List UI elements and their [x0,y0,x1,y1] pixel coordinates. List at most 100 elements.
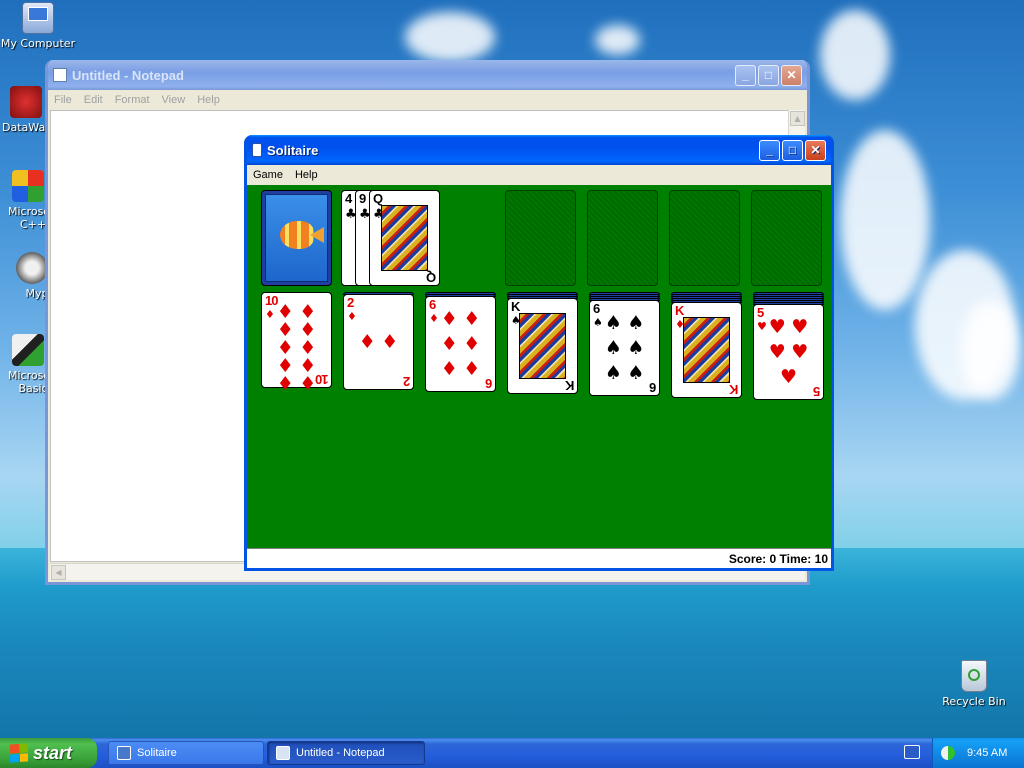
suit-pip-icon: ♦ [381,331,399,353]
maximize-icon: □ [764,68,773,82]
foundation-slot-2[interactable] [587,190,658,286]
menu-help[interactable]: Help [289,169,324,181]
suit-pip-icon: ♥ [791,316,809,339]
tableau-card-4[interactable]: K ♠ K [507,298,578,394]
close-button[interactable]: ✕ [781,64,802,86]
taskbar-button-solitaire[interactable]: Solitaire [108,741,264,765]
maximize-button[interactable]: □ [758,64,779,86]
suit-pip-icon: ♦ [463,357,481,380]
suit-pip-icon: ♦ [276,373,294,395]
menu-help[interactable]: Help [191,94,226,106]
myp-icon [16,252,48,284]
tableau-card-5[interactable]: 6 ♠ ♠ ♠ ♠ ♠ ♠ ♠ 6 [589,300,660,396]
maximize-icon: □ [788,143,797,157]
suit-pip-icon: ♦ [358,331,376,353]
microsoft-cpp-icon [12,170,44,202]
notepad-app-icon [276,746,290,760]
card-pips: ♦ ♦ ♦ ♦ ♦ ♦ ♦ ♦ ♦ ♦ [274,303,319,394]
foundation-slot-4[interactable] [751,190,822,286]
foundation-slot-1[interactable] [505,190,576,286]
suit-pip-icon: ♥ [768,340,786,363]
card-pips: ♥ ♥ ♥ ♥ ♥ [766,315,811,389]
card-rank-bottom: 5 [813,384,820,399]
microsoft-basic-icon [12,334,44,366]
notepad-menubar: File Edit Format View Help [48,90,807,110]
suit-pip-icon: ♥ [779,365,798,388]
taskbar-button-label: Untitled - Notepad [296,747,385,759]
windows-flag-icon [10,743,28,763]
card-rank-bottom: K [565,378,574,393]
taskbar-button-label: Solitaire [137,747,177,759]
card-pips: ♠ ♠ ♠ ♠ ♠ ♠ [602,311,647,385]
card-pips: ♦ ♦ [356,305,401,379]
minimize-icon: _ [766,143,773,157]
scroll-up-icon[interactable]: ▲ [790,111,805,126]
close-button[interactable]: ✕ [805,139,826,161]
desktop-icon-recycle-bin[interactable]: Recycle Bin [936,660,1012,708]
minimize-button[interactable]: _ [735,64,756,86]
king-face-icon [519,313,566,379]
clock[interactable]: 9:45 AM [967,747,1007,759]
solitaire-titlebar[interactable]: Solitaire _ □ ✕ [247,135,831,165]
network-icon[interactable] [941,746,955,760]
menu-edit[interactable]: Edit [78,94,109,106]
tableau-card-7[interactable]: 5 ♥ ♥ ♥ ♥ ♥ ♥ 5 [753,304,824,400]
notepad-titlebar[interactable]: Untitled - Notepad _ □ ✕ [48,60,807,90]
notepad-title: Untitled - Notepad [72,67,184,83]
minimize-button[interactable]: _ [759,139,780,161]
my-computer-icon [22,2,54,34]
suit-pip-icon: ♠ [627,312,645,335]
suit-pip-icon: ♠ [627,361,645,384]
close-icon: ✕ [810,143,821,157]
suit-pip-icon: ♦ [440,357,458,380]
suit-pip-icon: ♦ [463,308,481,331]
card-pips: ♦ ♦ ♦ ♦ ♦ ♦ [438,307,483,381]
king-face-icon [683,317,730,383]
minimize-icon: _ [742,68,749,82]
card-rank-bottom: 10 [315,372,328,387]
card-table[interactable]: 4 ♣ 9 ♣ Q ♣ Q 10 ♦ ♦ ♦ ♦ ♦ ♦ ♦ ♦ ♦ ♦ ♦ 10 2 ♦ ♦ ♦ 2 6 ♦ ♦ ♦ ♦ ♦… [247,185,831,551]
stock-pile[interactable] [261,190,332,286]
start-label: start [33,742,73,763]
card-rank: 6 [429,297,436,312]
suit-pip-icon: ♠ [604,361,622,384]
menu-format[interactable]: Format [109,94,156,106]
tableau-card-3[interactable]: 6 ♦ ♦ ♦ ♦ ♦ ♦ ♦ 6 [425,296,496,392]
scroll-left-icon[interactable]: ◀ [51,565,66,580]
card-rank-bottom: 2 [403,374,410,389]
solitaire-title: Solitaire [267,142,319,158]
solitaire-app-icon [117,746,131,760]
suit-pip-icon: ♦ [440,308,458,331]
card-rank-bottom: 6 [485,376,492,391]
card-rank-bottom: K [729,382,738,397]
menu-file[interactable]: File [48,94,78,106]
menu-view[interactable]: View [156,94,192,106]
suit-pip-icon: ♠ [604,336,622,359]
suit-pip-icon: ♠ [627,336,645,359]
menu-game[interactable]: Game [247,169,289,181]
waste-top-card[interactable]: Q ♣ Q [369,190,440,286]
waste-card-rank: 4 [345,191,352,206]
suit-pip-icon: ♥ [768,316,786,339]
desktop-icon-label: Recycle Bin [942,695,1006,708]
desktop-icon-my-computer[interactable]: My Computer [0,2,76,50]
desktop-icon-label: My Computer [0,37,76,50]
suit-pip-icon: ♠ [604,312,622,335]
keyboard-icon[interactable] [904,745,920,759]
solitaire-window[interactable]: Solitaire _ □ ✕ Game Help 4 ♣ 9 ♣ Q ♣ Q [244,135,834,571]
status-bar: Score: 0 Time: 10 [247,548,831,568]
tableau-card-6[interactable]: K ♦ K [671,302,742,398]
solitaire-app-icon [252,143,262,157]
taskbar-button-notepad[interactable]: Untitled - Notepad [267,741,425,765]
tableau-card-1[interactable]: 10 ♦ ♦ ♦ ♦ ♦ ♦ ♦ ♦ ♦ ♦ ♦ 10 [261,292,332,394]
card-rank: 2 [347,295,354,310]
suit-pip-icon: ♦ [440,332,458,355]
suit-pip-icon: ♥ [791,340,809,363]
foundation-slot-3[interactable] [669,190,740,286]
queen-face-icon [381,205,428,271]
start-button[interactable]: start [0,738,97,768]
maximize-button[interactable]: □ [782,139,803,161]
close-icon: ✕ [786,68,797,82]
tableau-card-2[interactable]: 2 ♦ ♦ ♦ 2 [343,294,414,390]
card-rank-bottom: Q [426,270,436,285]
